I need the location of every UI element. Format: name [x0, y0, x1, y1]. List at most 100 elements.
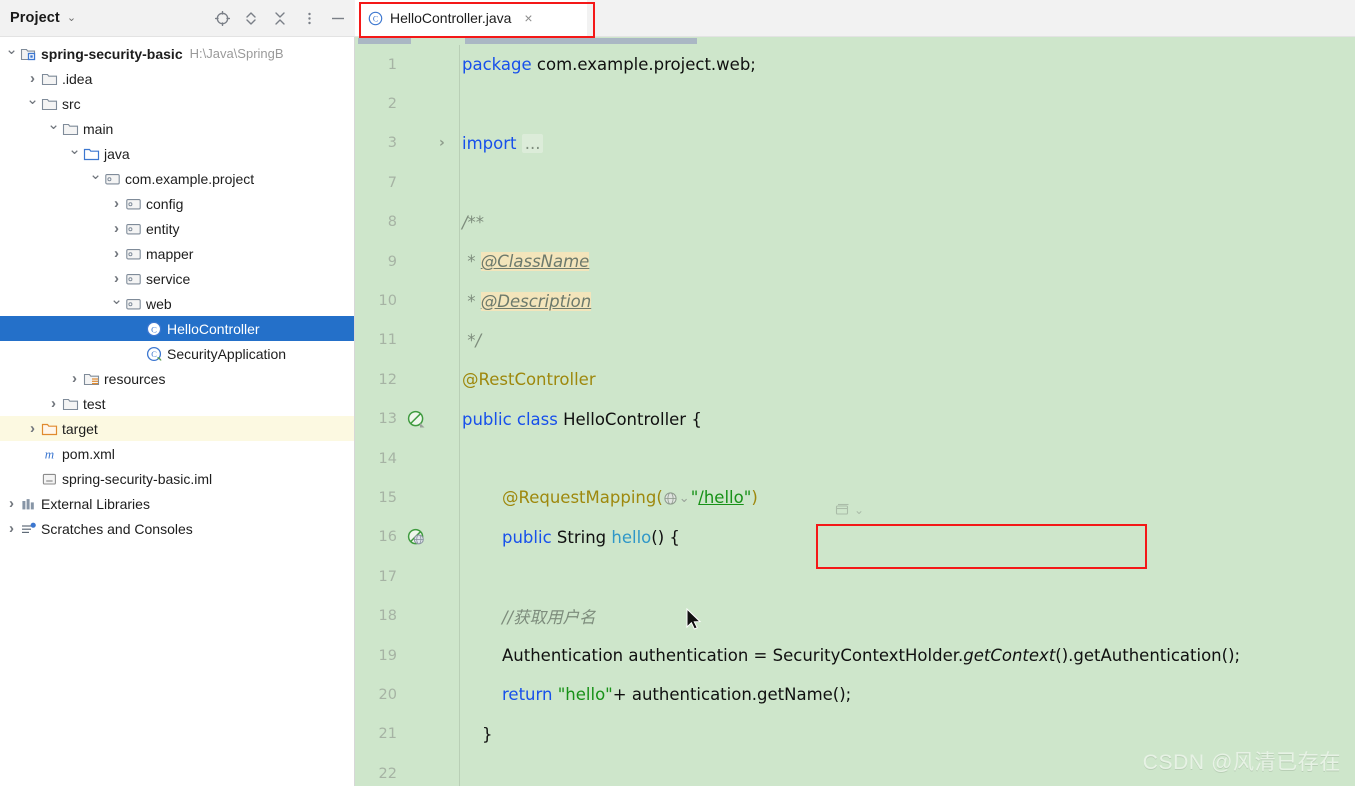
- code-line[interactable]: 12 @RestController: [355, 360, 1355, 399]
- code-line[interactable]: 10 * @Description: [355, 281, 1355, 320]
- tree-item-src[interactable]: src: [0, 91, 354, 116]
- close-icon[interactable]: ×: [524, 11, 532, 25]
- tree-item-service[interactable]: service: [0, 266, 354, 291]
- spring-mvc-gutter-icon[interactable]: [405, 526, 427, 548]
- chevron-down-icon[interactable]: [4, 46, 19, 61]
- spring-bean-gutter-icon[interactable]: [405, 408, 427, 430]
- chevron-right-icon[interactable]: [25, 421, 40, 436]
- inlay-fold-widget[interactable]: ⌄: [835, 503, 864, 517]
- minimize-icon[interactable]: [328, 8, 348, 28]
- chevron-right-icon[interactable]: [46, 396, 61, 411]
- code-line[interactable]: 8 /**: [355, 203, 1355, 242]
- code-token: public: [502, 527, 557, 547]
- code-line[interactable]: 2: [355, 84, 1355, 123]
- tree-item-label: main: [83, 120, 114, 137]
- svg-text:C: C: [373, 14, 378, 23]
- project-tree[interactable]: spring-security-basic H:\Java\SpringB .ide…: [0, 37, 355, 786]
- tree-item-label: test: [83, 395, 106, 412]
- tree-item-external-libraries[interactable]: External Libraries: [0, 491, 354, 516]
- collapse-all-icon[interactable]: [270, 8, 290, 28]
- chevron-down-icon[interactable]: [88, 171, 103, 186]
- tree-item-spring-security-basic-iml[interactable]: spring-security-basic.iml: [0, 466, 354, 491]
- tree-item-label: com.example.project: [125, 170, 255, 187]
- editor-tab-hellocontroller[interactable]: C HelloController.java ×: [355, 0, 587, 36]
- code-token: getContext: [963, 646, 1056, 666]
- code-token: "hello": [557, 685, 613, 705]
- code-token: //获取用户名: [502, 608, 596, 628]
- code-token: *: [462, 291, 481, 311]
- tree-item-label: resources: [104, 370, 166, 387]
- tree-item-web[interactable]: web: [0, 291, 354, 316]
- chevron-right-icon[interactable]: [109, 196, 124, 211]
- package-icon: [124, 221, 142, 237]
- chevron-down-icon[interactable]: [46, 121, 61, 136]
- expand-collapse-icon[interactable]: [241, 8, 261, 28]
- code-line[interactable]: 1 package com.example.project.web;: [355, 45, 1355, 84]
- tree-item-java[interactable]: java: [0, 141, 354, 166]
- tree-item-label: java: [104, 145, 130, 162]
- tree-item-main[interactable]: main: [0, 116, 354, 141]
- fold-expand-icon[interactable]: ›: [439, 135, 445, 151]
- project-panel-header: Project ⌄: [0, 0, 355, 36]
- tree-item-idea[interactable]: .idea: [0, 66, 354, 91]
- code-token: package: [462, 55, 537, 75]
- tree-item-com-example-project[interactable]: com.example.project: [0, 166, 354, 191]
- tree-item-test[interactable]: test: [0, 391, 354, 416]
- locate-target-icon[interactable]: [212, 8, 232, 28]
- code-line[interactable]: 11 */: [355, 321, 1355, 360]
- chevron-right-icon[interactable]: [4, 521, 19, 536]
- chevron-right-icon[interactable]: [109, 246, 124, 261]
- module-icon: [19, 46, 37, 62]
- url-globe-inlay-icon[interactable]: ⌄: [663, 491, 691, 506]
- chevron-down-icon[interactable]: ⌄: [854, 503, 864, 517]
- tree-item-entity[interactable]: entity: [0, 216, 354, 241]
- chevron-right-icon[interactable]: [25, 71, 40, 86]
- code-line[interactable]: 7: [355, 163, 1355, 202]
- more-options-icon[interactable]: [299, 8, 319, 28]
- code-lines[interactable]: 1 package com.example.project.web; 2 3 › impo…: [355, 45, 1355, 786]
- code-token: return: [502, 685, 558, 705]
- code-text: @RestController: [460, 370, 596, 389]
- chevron-right-icon[interactable]: [67, 371, 82, 386]
- chevron-down-icon[interactable]: [25, 96, 40, 111]
- code-line[interactable]: 9 * @ClassName: [355, 242, 1355, 281]
- tree-item-pom-xml[interactable]: m pom.xml: [0, 441, 354, 466]
- chevron-down-icon[interactable]: [109, 296, 124, 311]
- tree-item-target[interactable]: target: [0, 416, 354, 441]
- code-line[interactable]: 13 public class HelloController {: [355, 400, 1355, 439]
- code-line[interactable]: 14: [355, 439, 1355, 478]
- tree-item-label: SecurityApplication: [167, 345, 287, 362]
- tree-item-label: External Libraries: [41, 495, 150, 512]
- code-line[interactable]: 3 › import ...: [355, 124, 1355, 163]
- code-token: public: [462, 409, 517, 429]
- tree-item-config[interactable]: config: [0, 191, 354, 216]
- code-line[interactable]: 19 Authentication authentication = Securi…: [355, 636, 1355, 675]
- chevron-right-icon[interactable]: [109, 271, 124, 286]
- code-token: *: [462, 252, 481, 272]
- tree-item-label: entity: [146, 220, 180, 237]
- page-title: Project: [10, 10, 60, 26]
- line-number: 15: [378, 489, 397, 506]
- tree-item-hellocontroller[interactable]: C HelloController: [0, 316, 354, 341]
- code-line[interactable]: 17: [355, 557, 1355, 596]
- tree-item-securityapplication[interactable]: C SecurityApplication: [0, 341, 354, 366]
- code-editor[interactable]: 1 package com.example.project.web; 2 3 › impo…: [355, 37, 1355, 786]
- chevron-right-icon[interactable]: [109, 221, 124, 236]
- chevron-down-icon[interactable]: ⌄: [67, 12, 76, 24]
- tree-item-path: H:\Java\SpringB: [189, 46, 284, 61]
- code-line[interactable]: 16 public String hello() {: [355, 518, 1355, 557]
- tree-item-scratches-and-consoles[interactable]: Scratches and Consoles: [0, 516, 354, 541]
- chevron-down-icon[interactable]: [67, 146, 82, 161]
- line-number: 18: [378, 608, 397, 625]
- code-line[interactable]: 18 //获取用户名: [355, 596, 1355, 635]
- code-token: String: [556, 527, 612, 547]
- tree-item-mapper[interactable]: mapper: [0, 241, 354, 266]
- code-token: Authentication authentication = Security…: [502, 646, 964, 666]
- code-token: import: [462, 133, 522, 153]
- tree-item-spring-security-basic[interactable]: spring-security-basic H:\Java\SpringB: [0, 41, 354, 66]
- scratches-icon: [19, 521, 37, 537]
- code-line[interactable]: 20 return "hello"+ authentication.getName…: [355, 675, 1355, 714]
- tree-item-resources[interactable]: resources: [0, 366, 354, 391]
- package-icon: [124, 196, 142, 212]
- chevron-right-icon[interactable]: [4, 496, 19, 511]
